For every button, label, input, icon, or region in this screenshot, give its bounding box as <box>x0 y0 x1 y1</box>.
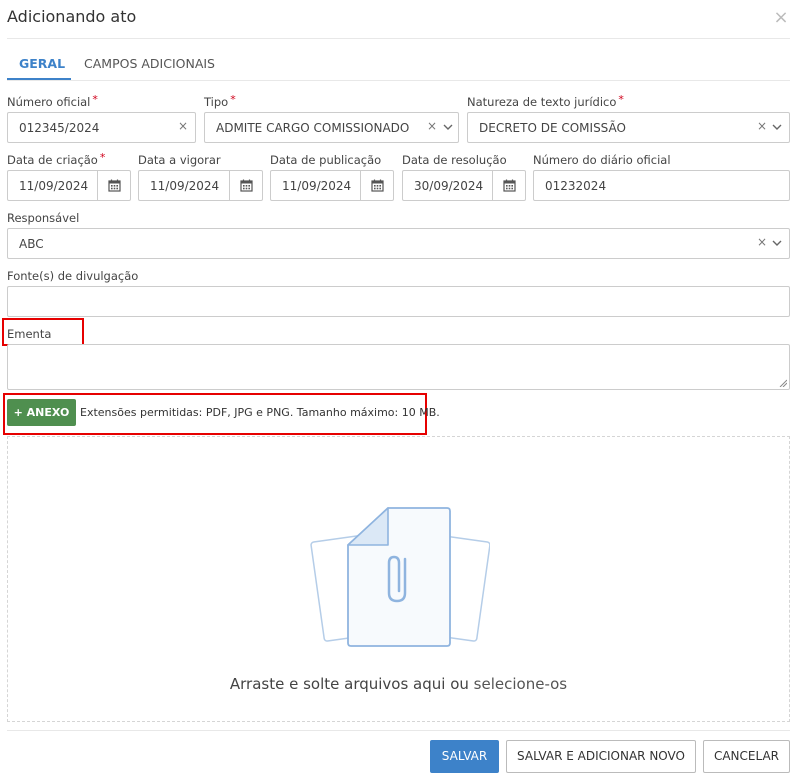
tipo-label: Tipo * <box>204 93 236 109</box>
data-resolucao-input[interactable]: 30/09/2024 <box>402 170 526 201</box>
calendar-icon <box>371 179 384 192</box>
chevron-down-icon[interactable] <box>442 120 454 134</box>
allowed-extensions-hint: Extensões permitidas: PDF, JPG e PNG. Ta… <box>80 406 440 419</box>
data-vigorar-input[interactable]: 11/09/2024 <box>138 170 263 201</box>
data-vigorar-label: Data a vigorar <box>138 153 221 167</box>
natureza-label: Natureza de texto jurídico * <box>467 93 624 109</box>
responsavel-value: ABC <box>19 237 44 251</box>
data-vigorar-value: 11/09/2024 <box>150 179 220 193</box>
numero-diario-input[interactable]: 01232024 <box>533 170 790 201</box>
cancel-button[interactable]: CANCELAR <box>703 740 790 773</box>
chevron-down-icon[interactable] <box>771 236 783 250</box>
responsavel-label: Responsável <box>7 211 80 225</box>
save-and-add-new-button[interactable]: SALVAR E ADICIONAR NOVO <box>506 740 696 773</box>
fontes-label: Fonte(s) de divulgação <box>7 269 139 283</box>
clear-icon[interactable]: × <box>757 235 767 249</box>
tipo-select[interactable]: ADMITE CARGO COMISSIONADO × <box>204 112 459 143</box>
numero-oficial-label: Número oficial * <box>7 93 98 109</box>
data-criacao-value: 11/09/2024 <box>19 179 89 193</box>
data-publicacao-label: Data de publicação <box>270 153 382 167</box>
clear-icon[interactable]: × <box>427 119 437 133</box>
numero-diario-label: Número do diário oficial <box>533 153 671 167</box>
header-divider <box>7 38 790 39</box>
data-resolucao-value: 30/09/2024 <box>414 179 484 193</box>
calendar-button[interactable] <box>97 171 130 200</box>
tab-campos-adicionais[interactable]: CAMPOS ADICIONAIS <box>84 56 215 71</box>
save-button[interactable]: SALVAR <box>430 740 499 773</box>
numero-diario-value: 01232024 <box>545 179 607 193</box>
ementa-label: Ementa <box>7 327 52 341</box>
dialog-title: Adicionando ato <box>7 7 137 26</box>
dropzone-text: Arraste e solte arquivos aqui ou selecio… <box>229 675 568 693</box>
calendar-button[interactable] <box>492 171 525 200</box>
chevron-down-icon[interactable] <box>771 120 783 134</box>
natureza-select[interactable]: DECRETO DE COMISSÃO × <box>467 112 790 143</box>
tipo-value: ADMITE CARGO COMISSIONADO <box>216 121 410 135</box>
resize-handle-icon[interactable] <box>779 379 787 387</box>
select-files-link[interactable]: selecione-os <box>474 675 567 693</box>
data-criacao-label: Data de criação * <box>7 151 106 167</box>
paperclip-files-icon <box>310 507 490 647</box>
clear-icon[interactable]: × <box>757 119 767 133</box>
clear-icon[interactable]: × <box>178 119 188 133</box>
footer-divider <box>7 730 790 731</box>
ementa-textarea[interactable] <box>7 344 790 390</box>
data-criacao-input[interactable]: 11/09/2024 <box>7 170 131 201</box>
calendar-button[interactable] <box>360 171 393 200</box>
numero-oficial-input[interactable]: 012345/2024 × <box>7 112 196 143</box>
calendar-button[interactable] <box>229 171 262 200</box>
calendar-icon <box>108 179 121 192</box>
data-publicacao-input[interactable]: 11/09/2024 <box>270 170 394 201</box>
fontes-input[interactable] <box>7 286 790 317</box>
tab-geral[interactable]: GERAL <box>19 56 65 71</box>
responsavel-select[interactable]: ABC × <box>7 228 790 259</box>
data-publicacao-value: 11/09/2024 <box>282 179 352 193</box>
natureza-value: DECRETO DE COMISSÃO <box>479 121 626 135</box>
data-resolucao-label: Data de resolução <box>402 153 507 167</box>
calendar-icon <box>240 179 253 192</box>
close-icon[interactable]: × <box>772 9 790 27</box>
calendar-icon <box>503 179 516 192</box>
file-dropzone[interactable]: Arraste e solte arquivos aqui ou selecio… <box>7 436 790 722</box>
add-attachment-button[interactable]: + ANEXO <box>7 399 76 426</box>
tabs-divider <box>7 80 790 81</box>
numero-oficial-value: 012345/2024 <box>19 121 100 135</box>
